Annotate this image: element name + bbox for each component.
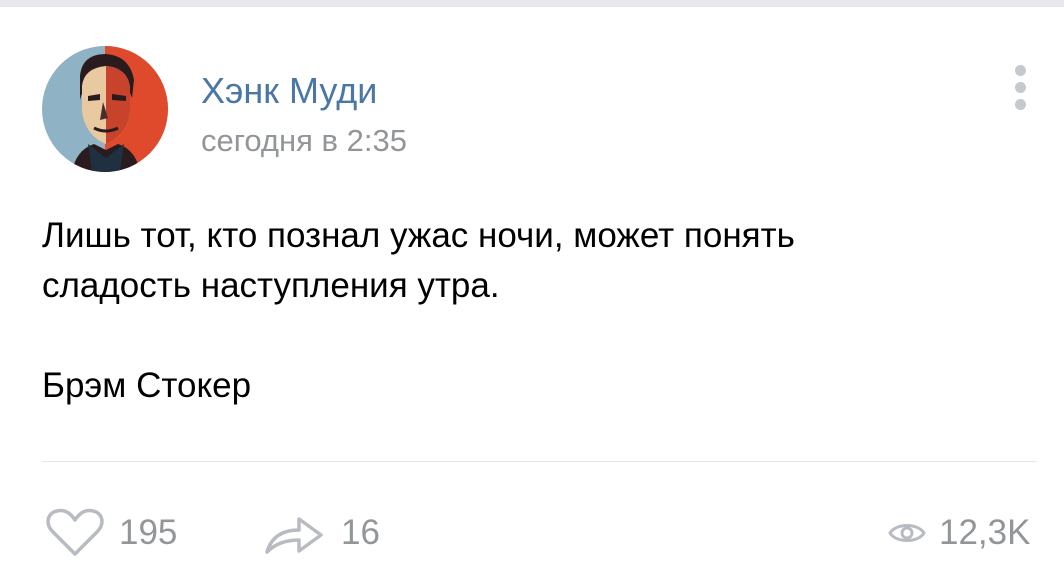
author-avatar[interactable]	[42, 46, 168, 172]
post-menu-button[interactable]	[1003, 65, 1039, 115]
post-text-line: сладость наступления утра.	[42, 266, 500, 305]
post-timestamp[interactable]: сегодня в 2:35	[201, 121, 407, 161]
like-count: 195	[119, 513, 178, 552]
post-card: Хэнк Муди сегодня в 2:35 Лишь тот, кто п…	[0, 7, 1064, 585]
share-icon	[265, 517, 323, 554]
view-count: 12,3K	[939, 513, 1031, 552]
share-count: 16	[341, 513, 380, 552]
feed-separator	[0, 0, 1064, 7]
avatar-icon	[42, 46, 168, 172]
eye-icon	[888, 524, 926, 542]
like-button[interactable]: 195	[45, 505, 177, 561]
post-text: Лишь тот, кто познал ужас ночи, может по…	[42, 211, 1032, 411]
views-counter: 12,3K	[888, 505, 1030, 561]
share-button[interactable]: 16	[263, 505, 380, 561]
post-text-line: Лишь тот, кто познал ужас ночи, может по…	[42, 216, 795, 255]
author-name[interactable]: Хэнк Муди	[201, 69, 377, 113]
heart-icon	[46, 508, 104, 556]
divider	[42, 461, 1037, 462]
post-signature: Брэм Стокер	[42, 366, 252, 405]
